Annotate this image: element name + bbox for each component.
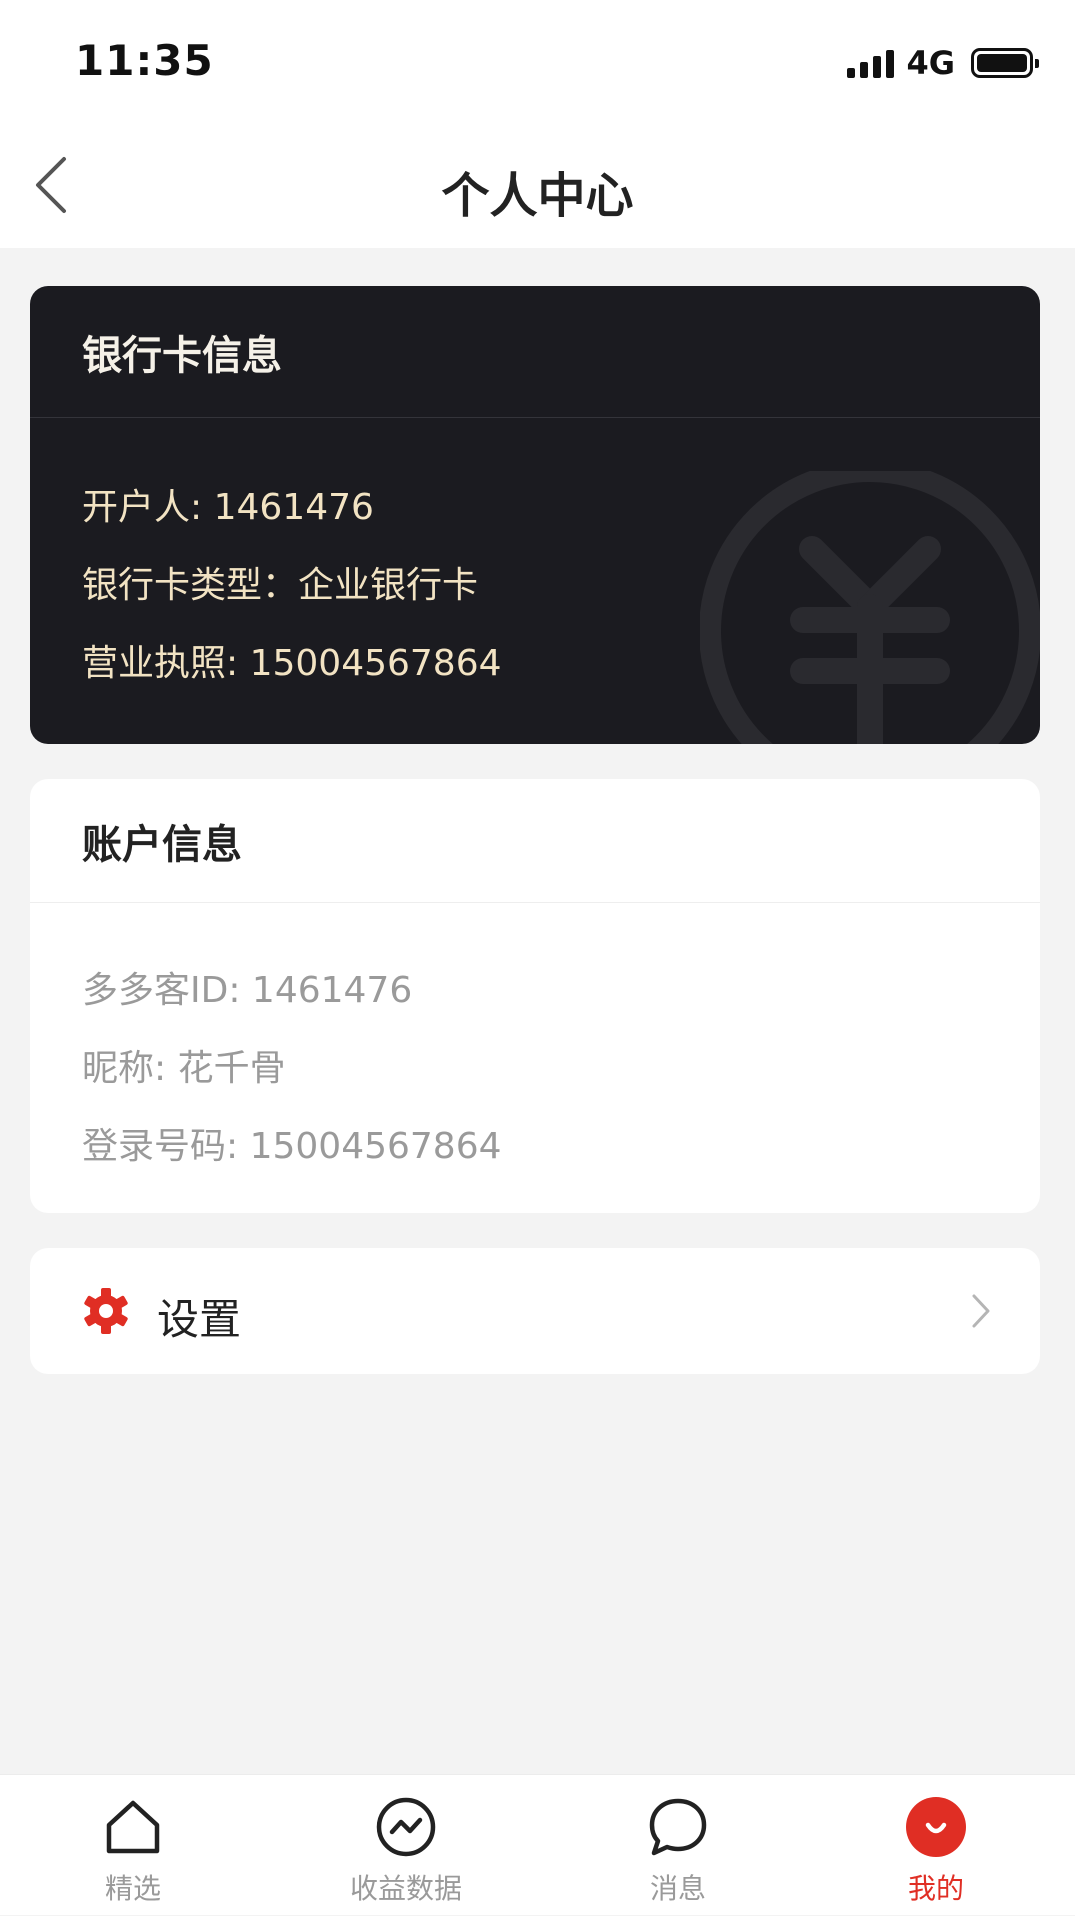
tab-featured[interactable]: 精选 [33,1775,233,1916]
trend-icon [376,1797,436,1857]
bank-card-info: 银行卡信息 开户人: 1461476 银行卡类型：企业银行卡 营业执照: 150… [30,286,1040,744]
status-bar: 11:35 4G [0,0,1075,118]
card-type: 银行卡类型：企业银行卡 [82,565,479,606]
home-icon [106,1800,160,1854]
page-title: 个人中心 [441,168,634,224]
account-info-card: 账户信息 多多客ID: 1461476 昵称: 花千骨 登录号码: 150045… [30,779,1040,1213]
tab-label-mine: 我的 [907,1872,964,1905]
navigation-bar: 个人中心 [0,118,1075,248]
yen-icon [700,471,1040,744]
battery-icon [971,48,1039,78]
tab-label-earnings-data: 收益数据 [349,1872,462,1905]
settings-label: 设置 [157,1295,242,1344]
tab-messages[interactable]: 消息 [578,1775,778,1916]
tab-bar: 精选 收益数据 消息 我的 [0,1774,1075,1915]
chat-bubble-icon [649,1798,707,1856]
tab-mine[interactable]: 我的 [836,1775,1036,1916]
settings-row[interactable]: 设置 [30,1248,1040,1374]
business-license: 营业执照: 15004567864 [82,643,502,684]
tab-earnings-data[interactable]: 收益数据 [306,1775,506,1916]
chevron-right-icon [972,1294,990,1328]
duoduoke-id: 多多客ID: 1461476 [82,970,413,1011]
bank-card-header: 银行卡信息 [30,286,1040,418]
bank-card-title: 银行卡信息 [82,332,282,379]
signal-icon [847,48,895,78]
account-info-header: 账户信息 [30,779,1040,903]
gear-icon [84,1288,128,1334]
network-type: 4G [906,44,955,82]
account-holder: 开户人: 1461476 [82,487,374,528]
login-number: 登录号码: 15004567864 [82,1126,502,1167]
account-info-title: 账户信息 [82,821,242,868]
tab-label-messages: 消息 [649,1872,706,1905]
status-indicators: 4G [847,44,1039,82]
nickname: 昵称: 花千骨 [82,1048,286,1089]
profile-icon [906,1797,966,1857]
tab-label-featured: 精选 [104,1872,161,1905]
status-time: 11:35 [75,36,214,85]
